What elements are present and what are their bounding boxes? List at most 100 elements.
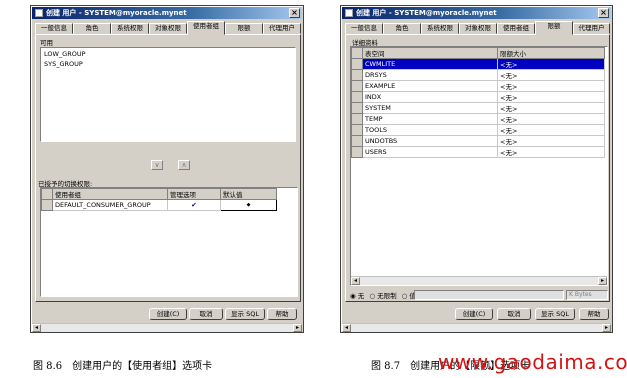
help-button[interactable]: 帮助 bbox=[579, 308, 609, 320]
col-header-tablespace[interactable]: 表空间 bbox=[362, 47, 498, 59]
quota-cell[interactable]: <无> bbox=[497, 69, 605, 81]
row-marker bbox=[41, 199, 53, 211]
right-dialog-window: 创建 用户 - SYSTEM@myoracle.mynet × 一般信息 角色 … bbox=[340, 5, 613, 333]
tablespace-cell[interactable]: CWMLITE bbox=[362, 58, 498, 70]
table-row[interactable]: DRSYS <无> bbox=[351, 69, 605, 81]
tab-system-privs[interactable]: 系统权限 bbox=[111, 23, 149, 34]
scroll-left-arrow-icon[interactable]: ◂ bbox=[32, 324, 41, 332]
left-title-text: 创建 用户 - SYSTEM@myoracle.mynet bbox=[46, 9, 187, 17]
scroll-right-arrow-icon[interactable]: ▸ bbox=[598, 277, 607, 285]
row-marker bbox=[351, 69, 363, 81]
quota-table: 表空间 限额大小 CWMLITE <无> DRSYS <无> EXAMPLE <… bbox=[351, 47, 605, 158]
tab-consumer-groups[interactable]: 使用者组 bbox=[497, 23, 535, 34]
table-row[interactable]: SYSTEM <无> bbox=[351, 102, 605, 114]
tab-proxy-users[interactable]: 代理用户 bbox=[263, 23, 301, 34]
quota-value-input[interactable] bbox=[414, 290, 564, 300]
show-sql-button[interactable]: 显示 SQL bbox=[225, 308, 265, 320]
table-header-row: 表空间 限额大小 bbox=[351, 47, 605, 59]
quota-cell[interactable]: <无> bbox=[497, 80, 605, 92]
available-label: 可用 bbox=[40, 39, 53, 47]
table-row[interactable]: INDX <无> bbox=[351, 91, 605, 103]
left-dialog-window: 创建 用户 - SYSTEM@myoracle.mynet × 一般信息 角色 … bbox=[30, 5, 304, 333]
list-item[interactable]: LOW_GROUP bbox=[44, 50, 86, 58]
radio-none-label[interactable]: 无 bbox=[358, 292, 365, 300]
tab-object-privs[interactable]: 对象权限 bbox=[459, 23, 497, 34]
create-button[interactable]: 创建(C) bbox=[455, 308, 493, 320]
quota-options-row: ◉ 无 ○ 无限制 ○ 值 bbox=[350, 290, 416, 300]
quota-cell[interactable]: <无> bbox=[497, 146, 605, 158]
app-icon bbox=[345, 9, 353, 17]
cancel-button[interactable]: 取消 bbox=[189, 308, 223, 320]
quota-cell[interactable]: <无> bbox=[497, 113, 605, 125]
cancel-button[interactable]: 取消 bbox=[497, 308, 531, 320]
table-row[interactable]: DEFAULT_CONSUMER_GROUP ✔ ◆ bbox=[41, 199, 277, 211]
table-row[interactable]: CWMLITE <无> bbox=[351, 58, 605, 70]
tab-roles[interactable]: 角色 bbox=[73, 23, 111, 34]
tablespace-cell[interactable]: DRSYS bbox=[362, 69, 498, 81]
right-bottom-scrollbar[interactable]: ◂ ▸ bbox=[342, 323, 611, 332]
tab-quota[interactable]: 限额 bbox=[225, 23, 263, 34]
table-horizontal-scrollbar[interactable]: ◂ ▸ bbox=[351, 276, 607, 285]
left-title-bar[interactable]: 创建 用户 - SYSTEM@myoracle.mynet × bbox=[32, 7, 302, 19]
table-row[interactable]: EXAMPLE <无> bbox=[351, 80, 605, 92]
radio-value-icon[interactable]: ○ bbox=[402, 292, 408, 300]
table-row[interactable]: USERS <无> bbox=[351, 146, 605, 158]
tab-general[interactable]: 一般信息 bbox=[345, 23, 383, 34]
row-header-spacer bbox=[41, 188, 53, 200]
left-figure-caption: 图 8.6 创建用户的【使用者组】选项卡 bbox=[33, 361, 213, 372]
quota-cell[interactable]: <无> bbox=[497, 102, 605, 114]
scroll-left-arrow-icon[interactable]: ◂ bbox=[351, 277, 360, 285]
radio-unlimited-icon[interactable]: ○ bbox=[369, 292, 375, 300]
tablespace-cell[interactable]: TOOLS bbox=[362, 124, 498, 136]
table-row[interactable]: UNDOTBS <无> bbox=[351, 135, 605, 147]
close-icon[interactable]: × bbox=[289, 8, 300, 18]
default-radio[interactable]: ◆ bbox=[220, 199, 277, 211]
quota-cell[interactable]: <无> bbox=[497, 135, 605, 147]
table-row[interactable]: TEMP <无> bbox=[351, 113, 605, 125]
scroll-right-arrow-icon[interactable]: ▸ bbox=[293, 324, 302, 332]
tab-system-privs[interactable]: 系统权限 bbox=[421, 23, 459, 34]
right-title-bar[interactable]: 创建 用户 - SYSTEM@myoracle.mynet × bbox=[342, 7, 611, 19]
quota-cell[interactable]: <无> bbox=[497, 58, 605, 70]
quota-cell[interactable]: <无> bbox=[497, 91, 605, 103]
close-icon[interactable]: × bbox=[598, 8, 609, 18]
col-header-default[interactable]: 默认值 bbox=[220, 188, 277, 200]
tablespace-cell[interactable]: UNDOTBS bbox=[362, 135, 498, 147]
tablespace-cell[interactable]: EXAMPLE bbox=[362, 80, 498, 92]
col-header-quota[interactable]: 限额大小 bbox=[497, 47, 605, 59]
admin-option-checkbox[interactable]: ✔ bbox=[167, 199, 221, 211]
col-header-group[interactable]: 使用者组 bbox=[52, 188, 168, 200]
help-button[interactable]: 帮助 bbox=[267, 308, 297, 320]
col-header-admin[interactable]: 管理选项 bbox=[167, 188, 221, 200]
left-bottom-scrollbar[interactable]: ◂ ▸ bbox=[32, 323, 302, 332]
move-down-button[interactable]: ∨ bbox=[151, 160, 163, 170]
tab-object-privs[interactable]: 对象权限 bbox=[149, 23, 187, 34]
granted-table: 使用者组 管理选项 默认值 DEFAULT_CONSUMER_GROUP ✔ ◆ bbox=[41, 188, 277, 211]
row-marker bbox=[351, 102, 363, 114]
group-cell[interactable]: DEFAULT_CONSUMER_GROUP bbox=[52, 199, 168, 211]
scroll-right-arrow-icon[interactable]: ▸ bbox=[602, 324, 611, 332]
tablespace-cell[interactable]: TEMP bbox=[362, 113, 498, 125]
tablespace-cell[interactable]: INDX bbox=[362, 91, 498, 103]
tab-proxy-users[interactable]: 代理用户 bbox=[573, 23, 610, 34]
quota-unit-select[interactable]: K Bytes bbox=[566, 290, 608, 300]
tab-quota[interactable]: 限额 bbox=[535, 21, 573, 35]
left-tab-panel: 可用 LOW_GROUP SYS_GROUP ∨ ∧ 已授予的切换权限: 使用者… bbox=[35, 34, 301, 302]
create-button[interactable]: 创建(C) bbox=[149, 308, 187, 320]
show-sql-button[interactable]: 显示 SQL bbox=[535, 308, 575, 320]
tab-consumer-groups[interactable]: 使用者组 bbox=[187, 21, 225, 35]
move-up-button[interactable]: ∧ bbox=[178, 160, 190, 170]
list-item[interactable]: SYS_GROUP bbox=[44, 60, 83, 68]
row-marker bbox=[351, 91, 363, 103]
tablespace-cell[interactable]: SYSTEM bbox=[362, 102, 498, 114]
scroll-left-arrow-icon[interactable]: ◂ bbox=[342, 324, 351, 332]
tablespace-cell[interactable]: USERS bbox=[362, 146, 498, 158]
table-row[interactable]: TOOLS <无> bbox=[351, 124, 605, 136]
row-marker bbox=[351, 146, 363, 158]
radio-none-icon[interactable]: ◉ bbox=[350, 292, 356, 300]
tab-general[interactable]: 一般信息 bbox=[35, 23, 73, 34]
available-list[interactable]: LOW_GROUP SYS_GROUP bbox=[40, 47, 296, 142]
radio-unlimited-label[interactable]: 无限制 bbox=[377, 292, 397, 300]
tab-roles[interactable]: 角色 bbox=[383, 23, 421, 34]
quota-cell[interactable]: <无> bbox=[497, 124, 605, 136]
